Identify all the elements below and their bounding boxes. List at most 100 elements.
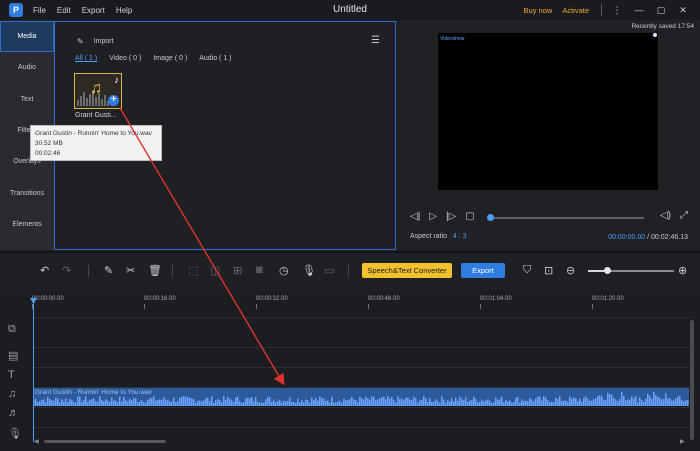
waveform-bar: [321, 397, 323, 406]
tab-elements[interactable]: Elements: [0, 209, 54, 240]
waveform-bar: [611, 394, 613, 406]
waveform-bar: [161, 399, 163, 406]
zoom-out-icon[interactable]: ⊖: [566, 264, 575, 277]
media-thumbnail[interactable]: ♫ ♪ +: [74, 73, 122, 109]
volume-icon[interactable]: ◁): [660, 210, 671, 221]
mosaic-icon[interactable]: ⊞: [233, 264, 242, 277]
menu-file[interactable]: File: [33, 6, 46, 15]
resize-handle[interactable]: [653, 33, 657, 37]
waveform-bar: [507, 401, 509, 406]
waveform-bar: [315, 397, 317, 406]
audio-clip[interactable]: Grant Gustin - Runnin' Home to You.wav: [33, 388, 689, 406]
waveform-bar: [521, 399, 523, 406]
waveform-bar: [423, 396, 425, 406]
pip-track-icon[interactable]: ▤: [8, 349, 18, 362]
waveform-bar: [301, 400, 303, 406]
menu-export[interactable]: Export: [82, 6, 105, 15]
minimize-icon[interactable]: —: [634, 5, 644, 15]
waveform-bar: [665, 393, 667, 406]
waveform-bar: [143, 402, 145, 406]
import-button[interactable]: ✎ Import: [77, 37, 114, 46]
next-frame-icon[interactable]: |▷: [446, 211, 456, 222]
track-lane: [32, 427, 692, 428]
waveform-bar: [217, 398, 219, 406]
microphone-icon[interactable]: 🎙: [302, 264, 316, 277]
undo-icon[interactable]: ↶: [40, 264, 49, 277]
waveform-bar: [111, 397, 113, 406]
zoom-knob[interactable]: [603, 267, 611, 274]
time-ruler[interactable]: 00:00:00.00 00:00:16.00 00:00:32.00 00:0…: [32, 294, 692, 310]
clock-icon[interactable]: ◷: [279, 264, 289, 277]
waveform-bar: [165, 399, 167, 406]
fit-icon[interactable]: ⊡: [544, 264, 553, 277]
crop-icon[interactable]: ⬚: [188, 264, 198, 277]
ruler-label: 00:00:16.00: [144, 296, 176, 302]
waveform-bar: [91, 399, 93, 406]
waveform-bar: [531, 399, 533, 406]
filter-audio[interactable]: Audio ( 1 ): [199, 55, 231, 62]
fullscreen-icon[interactable]: ⤢: [680, 210, 688, 221]
redo-icon[interactable]: ↷: [62, 264, 71, 277]
speed-icon[interactable]: ◫: [210, 264, 220, 277]
waveform-bar: [447, 400, 449, 406]
pen-icon[interactable]: ✎: [104, 264, 113, 277]
ruler-label: 00:01:04.00: [480, 296, 512, 302]
waveform-bar: [249, 398, 251, 406]
waveform-bar: [587, 398, 589, 406]
screen-record-icon[interactable]: ▭: [324, 264, 334, 277]
scroll-left-icon[interactable]: ◀: [34, 438, 39, 445]
tab-text[interactable]: Text: [0, 84, 54, 115]
waveform-bar: [417, 402, 419, 406]
activate-link[interactable]: Activate: [562, 6, 589, 15]
waveform-bar: [671, 400, 673, 406]
music-track-icon[interactable]: ♫: [8, 388, 16, 400]
vertical-scrollbar[interactable]: [690, 320, 694, 440]
aspect-value[interactable]: 4 : 3: [453, 233, 467, 240]
maximize-icon[interactable]: ▢: [656, 5, 666, 16]
waveform-bar: [653, 391, 655, 406]
waveform-bar: [179, 397, 181, 406]
waveform-bar: [483, 401, 485, 406]
sound-track-icon[interactable]: ♬: [8, 407, 19, 419]
playhead[interactable]: [33, 300, 34, 442]
menu-help[interactable]: Help: [116, 6, 132, 15]
tab-transitions[interactable]: Transitions: [0, 177, 54, 208]
waveform-bar: [481, 399, 483, 406]
split-icon[interactable]: ✂: [126, 264, 135, 277]
waveform-bar: [201, 401, 203, 406]
zoom-in-icon[interactable]: ⊕: [678, 264, 687, 277]
tab-audio[interactable]: Audio: [0, 52, 54, 83]
record-icon[interactable]: ◙: [256, 264, 263, 276]
waveform-bar: [413, 396, 415, 406]
buy-now-link[interactable]: Buy now: [524, 6, 553, 15]
filter-video[interactable]: Video ( 0 ): [109, 55, 141, 62]
horizontal-scrollbar[interactable]: [44, 440, 166, 443]
filter-image[interactable]: Image ( 0 ): [153, 55, 187, 62]
scroll-right-icon[interactable]: ▶: [680, 438, 685, 445]
waveform-bar: [295, 402, 297, 406]
waveform-bar: [497, 399, 499, 406]
speech-text-converter-button[interactable]: Speech&Text Converter: [362, 263, 452, 278]
video-track-icon[interactable]: ⧉: [8, 323, 16, 336]
play-icon[interactable]: ▷: [429, 211, 437, 222]
playback-track[interactable]: [490, 217, 644, 219]
prev-frame-icon[interactable]: ◁|: [410, 211, 420, 222]
waveform-bar: [443, 399, 445, 406]
delete-icon[interactable]: 🗑: [148, 264, 162, 277]
text-track-icon[interactable]: T: [8, 369, 15, 381]
voice-track-icon[interactable]: 🎙: [8, 427, 22, 440]
filter-all[interactable]: All ( 1 ): [75, 55, 97, 62]
list-view-icon[interactable]: ☰: [371, 35, 380, 46]
close-icon[interactable]: ✕: [678, 5, 688, 16]
waveform-bar: [251, 396, 253, 406]
waveform-bar: [97, 401, 99, 406]
menu-edit[interactable]: Edit: [57, 6, 71, 15]
marker-icon[interactable]: ⛉: [523, 264, 531, 277]
tab-media[interactable]: Media: [0, 21, 54, 53]
waveform-bar: [515, 397, 517, 406]
add-to-timeline-icon[interactable]: +: [108, 95, 119, 106]
settings-icon[interactable]: ⋮: [612, 5, 622, 16]
export-button[interactable]: Export: [461, 263, 505, 278]
stop-icon[interactable]: ▢: [465, 211, 474, 222]
playback-knob[interactable]: [487, 214, 494, 221]
